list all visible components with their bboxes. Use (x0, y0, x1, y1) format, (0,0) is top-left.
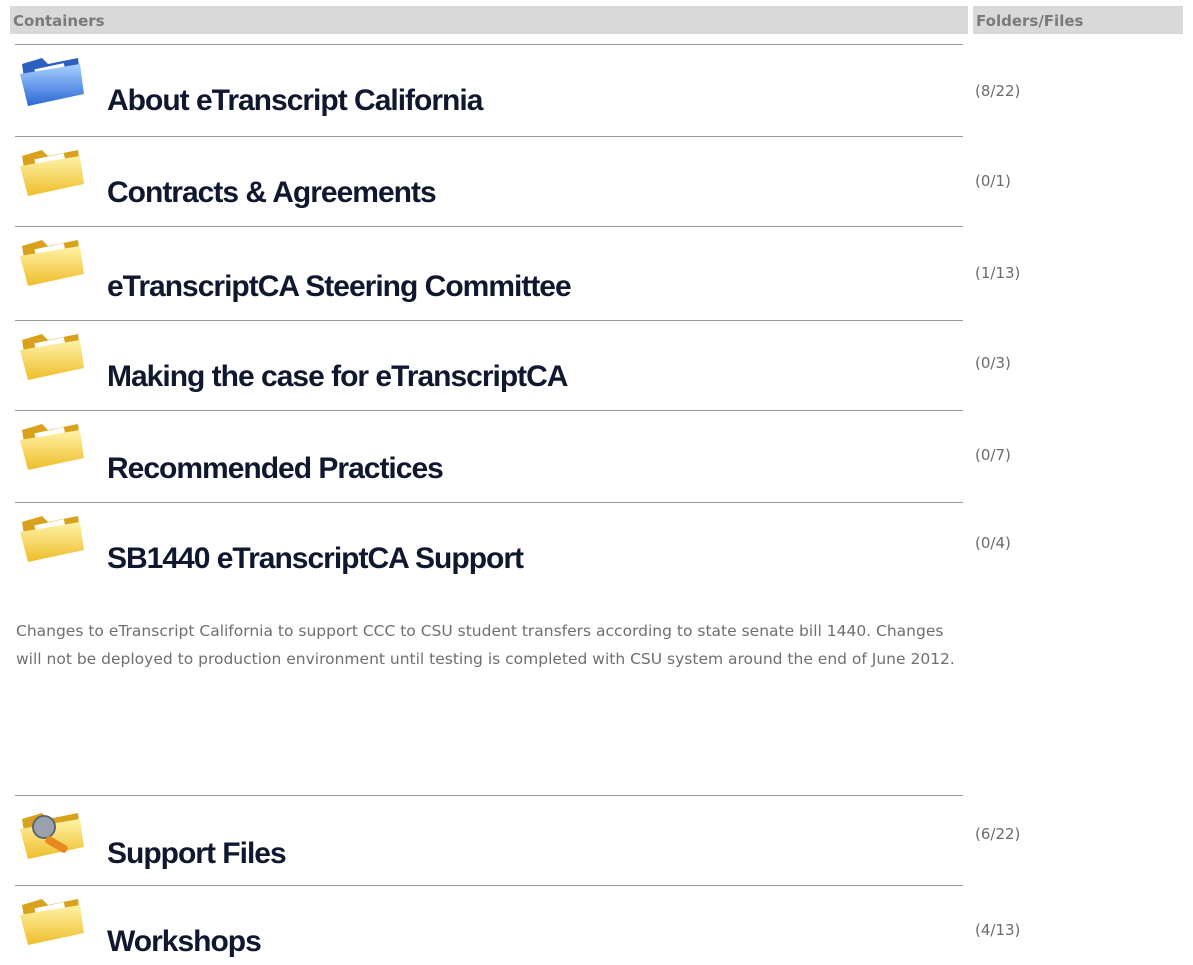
folders-files-header: Folders/Files (973, 6, 1183, 34)
container-title-link[interactable]: Support Files (107, 837, 287, 871)
folder-yellow-icon[interactable] (18, 142, 86, 198)
folders-files-count: (8/22) (975, 82, 1021, 100)
container-title-link[interactable]: About eTranscript California (107, 84, 483, 118)
folder-yellow-icon[interactable] (18, 416, 86, 472)
container-row-making-the-case[interactable]: Making the case for eTranscriptCA (0/3) (0, 320, 1193, 410)
container-title-link[interactable]: Making the case for eTranscriptCA (107, 360, 568, 394)
containers-header-label: Containers (13, 12, 105, 30)
containers-header: Containers (10, 6, 968, 34)
container-row-about[interactable]: About eTranscript California (8/22) (0, 44, 1193, 136)
folder-yellow-icon[interactable] (18, 891, 86, 947)
container-row-workshops[interactable]: Workshops (4/13) (0, 885, 1193, 965)
folder-yellow-icon[interactable] (18, 508, 86, 564)
container-description: Changes to eTranscript California to sup… (16, 622, 955, 668)
container-title-link[interactable]: eTranscriptCA Steering Committee (107, 270, 572, 304)
folders-files-count: (0/1) (975, 172, 1011, 190)
folder-wrench-icon[interactable] (18, 805, 86, 861)
container-title-link[interactable]: Workshops (107, 925, 262, 959)
container-row-support-files[interactable]: Support Files (6/22) (0, 795, 1193, 885)
container-row-steering-committee[interactable]: eTranscriptCA Steering Committee (1/13) (0, 226, 1193, 320)
folders-files-count: (4/13) (975, 921, 1021, 939)
folders-files-count: (0/3) (975, 354, 1011, 372)
container-title-link[interactable]: Recommended Practices (107, 452, 444, 486)
folder-yellow-icon[interactable] (18, 232, 86, 288)
folder-yellow-icon[interactable] (18, 326, 86, 382)
container-title-link[interactable]: SB1440 eTranscriptCA Support (107, 542, 524, 576)
folders-files-count: (6/22) (975, 825, 1021, 843)
folders-files-header-label: Folders/Files (976, 12, 1084, 30)
folder-blue-icon[interactable] (18, 52, 86, 108)
folders-files-count: (1/13) (975, 264, 1021, 282)
container-row-recommended-practices[interactable]: Recommended Practices (0/7) (0, 410, 1193, 502)
container-row-contracts[interactable]: Contracts & Agreements (0/1) (0, 136, 1193, 226)
folders-files-count: (0/7) (975, 446, 1011, 464)
container-title-link[interactable]: Contracts & Agreements (107, 176, 437, 210)
container-row-sb1440[interactable]: SB1440 eTranscriptCA Support (0/4) (0, 502, 1193, 602)
folders-files-count: (0/4) (975, 534, 1011, 552)
